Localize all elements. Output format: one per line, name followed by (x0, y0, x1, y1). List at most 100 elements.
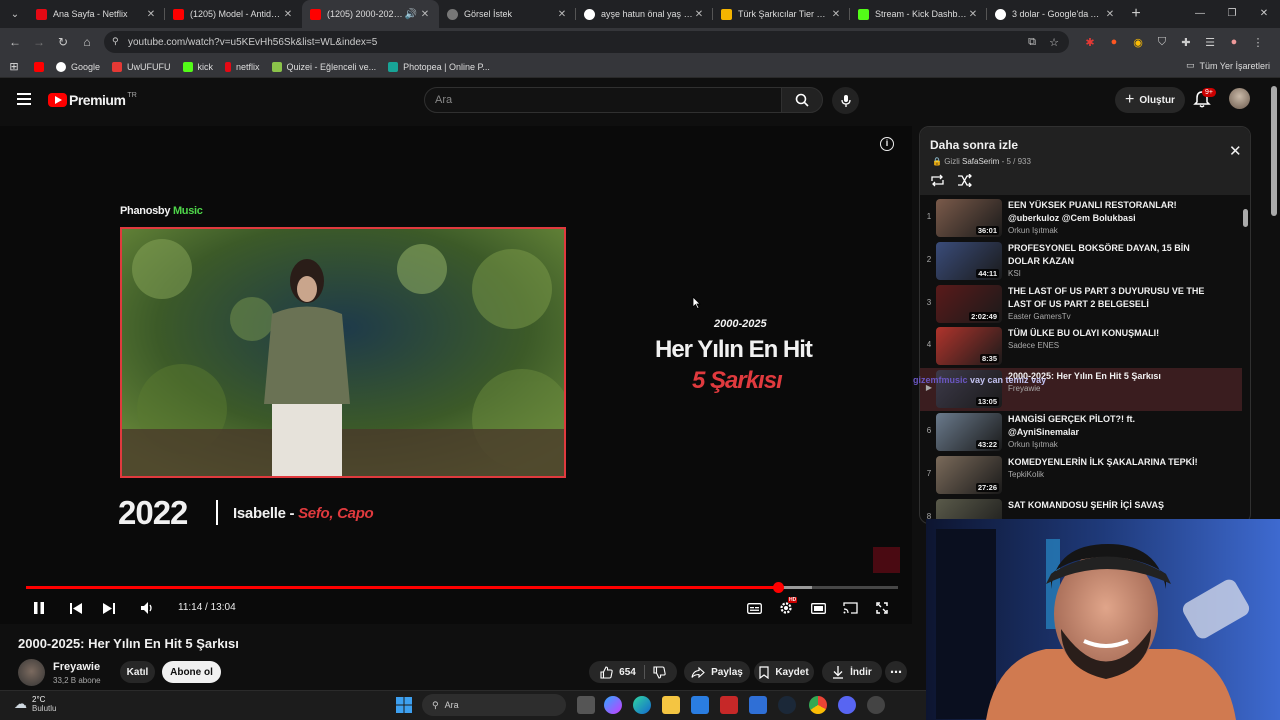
channel-name[interactable]: Freyawie (53, 661, 100, 673)
chrome-icon[interactable] (809, 696, 827, 714)
bookmark-netflix[interactable]: netflix (225, 61, 260, 72)
more-actions-button[interactable]: ⋯ (885, 661, 907, 683)
share-button[interactable]: Paylaş (684, 661, 750, 683)
new-tab-button[interactable]: + (1124, 5, 1148, 23)
home-icon[interactable]: ⌂ (75, 35, 99, 49)
site-info-icon[interactable]: ⚲ (112, 36, 119, 47)
restore-icon[interactable]: ❐ (1216, 0, 1248, 28)
playlist-item[interactable]: 4 8:35 TÜM ÜLKE BU OLAYI KONUŞMALI! Sadece … (920, 325, 1242, 368)
playlist-item-title[interactable]: SAT KOMANDOSU ŞEHİR İÇİ SAVAŞ (1008, 499, 1208, 512)
extension-icon-2[interactable]: ● (1102, 36, 1126, 48)
account-avatar[interactable] (1229, 88, 1250, 109)
settings-button[interactable]: HD (777, 597, 798, 618)
theater-mode-button[interactable] (809, 598, 827, 618)
playlist-item-channel[interactable]: Orkun Işıtmak (1008, 440, 1058, 449)
steam-icon[interactable] (778, 696, 796, 714)
subtitles-button[interactable] (745, 598, 763, 618)
close-tab-icon[interactable]: ✕ (282, 9, 294, 20)
close-playlist-icon[interactable]: ✕ (1229, 142, 1242, 160)
bookmark-uwufufu[interactable]: UwUFUFU (112, 61, 171, 72)
browser-tab[interactable]: 3 dolar - Google'da Ara ✕ (987, 0, 1124, 28)
app-icon-blue[interactable] (749, 696, 767, 714)
save-button[interactable]: Kaydet (754, 661, 814, 683)
bookmark-kick[interactable]: kick (182, 61, 213, 72)
browser-tab[interactable]: Stream - Kick Dashboard ✕ (850, 0, 987, 28)
playlist-item-channel[interactable]: Freyawie (1008, 384, 1040, 393)
playlist-item-thumbnail[interactable]: 2:02:49 (936, 284, 1002, 323)
channel-watermark[interactable] (873, 547, 900, 573)
app-icon-red[interactable] (720, 696, 738, 714)
playlist-scrollbar[interactable] (1243, 199, 1248, 519)
install-app-icon[interactable]: ⧉ (1021, 36, 1043, 49)
channel-avatar[interactable] (18, 659, 45, 686)
close-tab-icon[interactable]: ✕ (830, 9, 842, 20)
close-tab-icon[interactable]: ✕ (693, 9, 705, 20)
join-button[interactable]: Katıl (120, 661, 155, 683)
shuffle-icon[interactable] (957, 174, 972, 187)
extension-icon-1[interactable]: ✱ (1078, 36, 1102, 49)
all-bookmarks[interactable]: ▭ Tüm Yer İşaretleri (1186, 60, 1270, 71)
playlist-item[interactable]: 6 43:22 HANGİSİ GERÇEK PİLOT?! ft. @AyniSi… (920, 411, 1242, 454)
progress-bar[interactable] (26, 582, 898, 593)
app-icon-gray[interactable] (867, 696, 885, 714)
weather-widget[interactable]: ☁ 2°C Bulutlu (14, 695, 56, 713)
discord-icon[interactable] (838, 696, 856, 714)
taskbar-search[interactable]: ⚲ Ara (422, 694, 566, 716)
playlist-item-channel[interactable]: Easter GamersTv (1008, 312, 1071, 321)
browser-tab[interactable]: Türk Şarkıcılar Tier List (C✕ (713, 0, 850, 28)
playlist-item-title[interactable]: THE LAST OF US PART 3 DUYURUSU VE THE LA… (1008, 285, 1208, 311)
playlist-item-title[interactable]: HANGİSİ GERÇEK PİLOT?! ft. @AyniSinemala… (1008, 413, 1208, 439)
close-window-icon[interactable]: ✕ (1248, 0, 1280, 28)
close-tab-icon[interactable]: ✕ (419, 9, 431, 20)
store-icon[interactable] (691, 696, 709, 714)
playlist-item-title[interactable]: EEN YÜKSEK PUANLI RESTORANLAR! @uberkulo… (1008, 199, 1208, 225)
bookmark-photopea[interactable]: Photopea | Online P... (388, 61, 490, 72)
playlist-item-thumbnail[interactable]: 44:11 (936, 241, 1002, 280)
subscribe-button[interactable]: Abone ol (162, 661, 221, 683)
download-button[interactable]: İndir (822, 661, 882, 683)
thumbs-down-icon[interactable] (653, 665, 666, 679)
browser-tab-active[interactable]: (1205) 2000-2025: He🔊✕ (302, 0, 439, 28)
playlist-item-thumbnail[interactable]: 27:26 (936, 455, 1002, 494)
volume-button[interactable] (139, 598, 155, 618)
playlist-scroll-thumb[interactable] (1243, 209, 1248, 227)
bookmark-youtube[interactable] (34, 61, 44, 72)
fullscreen-button[interactable] (873, 598, 891, 618)
cast-button[interactable] (841, 598, 859, 618)
browser-menu-icon[interactable]: ⋮ (1246, 36, 1270, 49)
pause-button[interactable] (31, 598, 47, 618)
speaker-icon[interactable]: 🔊 (403, 9, 419, 20)
extensions-puzzle-icon[interactable]: ✚ (1174, 36, 1198, 49)
forward-icon[interactable]: → (27, 35, 51, 49)
browser-tab[interactable]: ayşe hatun önal yaş - Goo✕ (576, 0, 713, 28)
playlist-item-thumbnail[interactable]: 36:01 (936, 199, 1002, 237)
browser-tab[interactable]: Ana Sayfa - Netflix ✕ (28, 0, 165, 28)
loop-icon[interactable] (930, 174, 945, 187)
playlist-item-channel[interactable]: Orkun Işıtmak (1008, 226, 1058, 235)
playlist-title[interactable]: Daha sonra izle (930, 138, 1018, 152)
bookmark-google[interactable]: Google (56, 61, 100, 72)
playlist-owner[interactable]: SafaSerim (962, 157, 999, 166)
reading-list-icon[interactable]: ☰ (1198, 36, 1222, 49)
playlist-item[interactable]: 3 2:02:49 THE LAST OF US PART 3 DUYURUSU V… (920, 283, 1242, 326)
playlist-item[interactable]: 7 27:26 KOMEDYENLERİN İLK ŞAKALARINA TEPKİ… (920, 454, 1242, 497)
windows-start-icon[interactable] (396, 697, 412, 713)
playlist-item-channel[interactable]: Sadece ENES (1008, 341, 1059, 350)
voice-search-button[interactable] (832, 87, 859, 114)
browser-tab[interactable]: Görsel İstek ✕ (439, 0, 576, 28)
apps-grid-icon[interactable]: ⊞ (2, 60, 26, 73)
bookmark-star-icon[interactable]: ☆ (1043, 36, 1065, 49)
bookmark-quizei[interactable]: Quizei - Eğlenceli ve... (271, 61, 376, 72)
extension-icon-3[interactable]: ◉ (1126, 36, 1150, 49)
create-button[interactable]: + Oluştur (1115, 87, 1185, 113)
task-view-icon[interactable] (577, 696, 595, 714)
playlist-item-title[interactable]: KOMEDYENLERİN İLK ŞAKALARINA TEPKİ! (1008, 456, 1208, 469)
reload-icon[interactable]: ↻ (51, 35, 75, 49)
copilot-icon[interactable] (604, 696, 622, 714)
next-button[interactable] (101, 598, 117, 618)
search-input[interactable]: Ara (424, 87, 782, 113)
info-icon[interactable]: i (880, 137, 894, 151)
like-count[interactable]: 654 (619, 667, 636, 678)
minimize-icon[interactable]: — (1184, 0, 1216, 28)
file-explorer-icon[interactable] (662, 696, 680, 714)
